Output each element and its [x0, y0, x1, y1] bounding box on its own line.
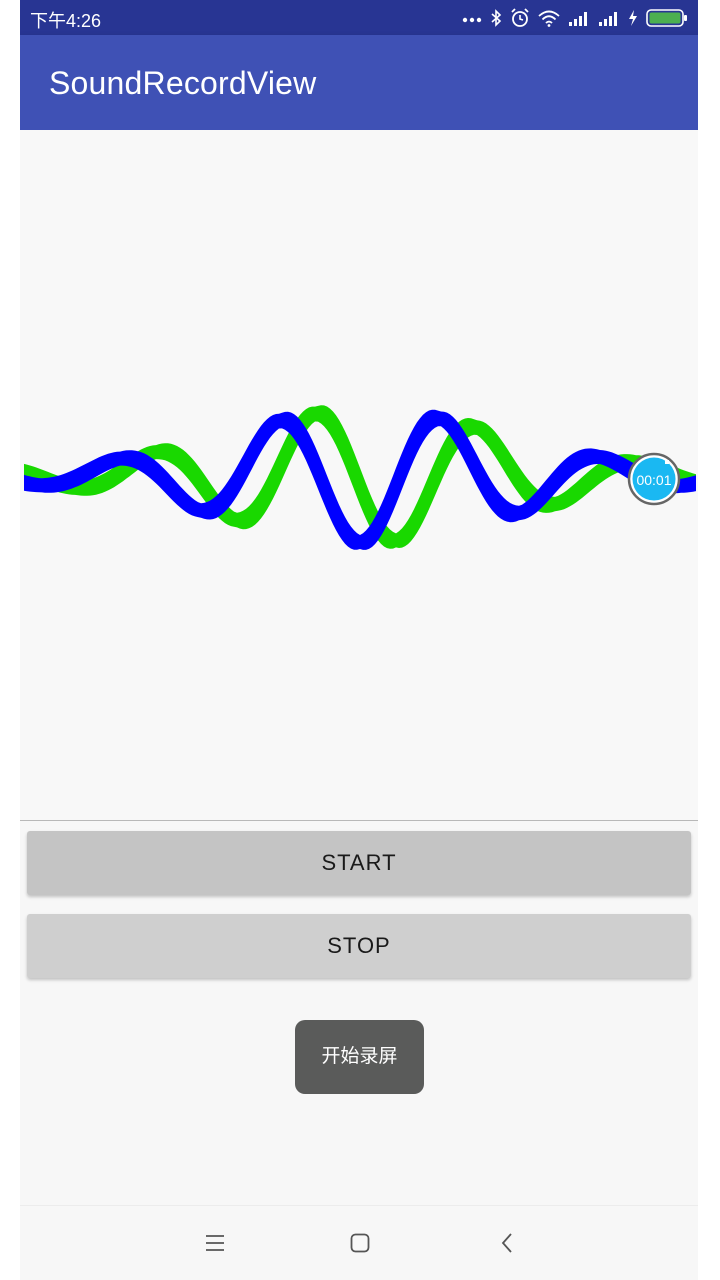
charging-icon — [629, 10, 637, 26]
sound-record-view: 00:01 — [20, 130, 698, 821]
toast-message: 开始录屏 — [295, 1020, 424, 1094]
phone-screen: 下午4:26 SoundRecordView 00:01 START STOP … — [20, 0, 698, 1280]
more-dots-icon — [462, 17, 482, 23]
alarm-icon — [511, 8, 529, 27]
stop-button[interactable]: STOP — [27, 914, 691, 978]
back-icon[interactable] — [492, 1228, 522, 1258]
signal-icon — [569, 12, 587, 26]
status-time: 下午4:26 — [30, 11, 102, 31]
bluetooth-icon — [491, 9, 502, 27]
menu-icon[interactable] — [200, 1228, 230, 1258]
timer-indicator: 00:01 — [627, 452, 681, 506]
battery-icon — [646, 9, 687, 27]
app-bar: SoundRecordView — [20, 35, 698, 130]
start-button[interactable]: START — [27, 831, 691, 895]
wifi-icon — [538, 10, 560, 27]
waveform: 00:01 — [24, 405, 696, 550]
nav-bar — [20, 1205, 698, 1280]
signal-icon — [599, 12, 617, 26]
status-bar: 下午4:26 — [20, 0, 698, 35]
green-wave — [24, 405, 696, 549]
timer-label: 00:01 — [636, 472, 671, 488]
status-icons — [462, 6, 688, 30]
app-title: SoundRecordView — [49, 65, 317, 101]
home-icon[interactable] — [345, 1228, 375, 1258]
